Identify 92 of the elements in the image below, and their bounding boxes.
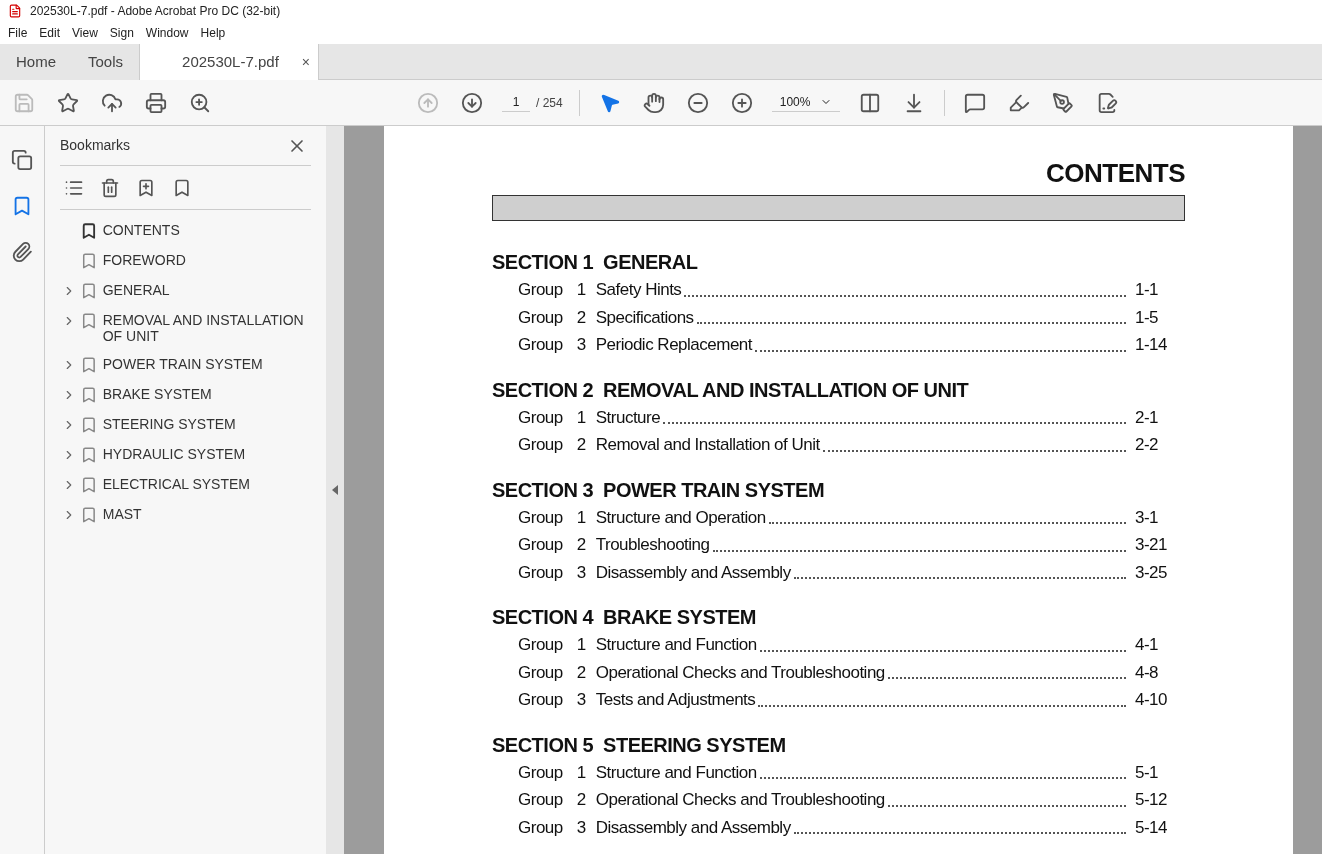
bookmark-item[interactable]: FOREWORD bbox=[102, 252, 311, 268]
group-label: Group bbox=[518, 816, 563, 839]
section-number: SECTION 3 bbox=[492, 477, 594, 503]
panel-title: Bookmarks bbox=[60, 136, 131, 155]
bookmark-item[interactable]: MAST bbox=[102, 506, 311, 522]
group-label: Group bbox=[518, 761, 563, 784]
menu-item[interactable]: Help bbox=[200, 24, 226, 42]
group-number: 1 bbox=[576, 761, 586, 784]
window-title: 202530L-7.pdf - Adobe Acrobat Pro DC (32-bit) bbox=[30, 3, 281, 20]
page-reference: 5-14 bbox=[1135, 816, 1169, 839]
bookmark-item[interactable]: STEERING SYSTEM bbox=[102, 416, 311, 432]
group-label: Group bbox=[518, 506, 563, 529]
toc-entry[interactable]: Safety Hints bbox=[595, 277, 682, 303]
page-reference: 3-21 bbox=[1135, 534, 1169, 556]
menu-item[interactable]: Window bbox=[145, 24, 189, 42]
group-number: 2 bbox=[576, 434, 586, 456]
section-heading: GENERAL bbox=[603, 250, 698, 275]
page-reference: 4-10 bbox=[1135, 689, 1169, 711]
toc-entry[interactable]: Disassembly and Assembly bbox=[595, 814, 791, 840]
section-number: SECTION 1 bbox=[492, 250, 594, 275]
bookmark-item[interactable]: CONTENTS bbox=[102, 222, 311, 238]
group-number: 3 bbox=[576, 689, 586, 711]
bookmark-item[interactable]: REMOVAL AND INSTALLATION OF UNIT bbox=[102, 312, 311, 344]
group-label: Group bbox=[518, 689, 563, 711]
group-number: 3 bbox=[576, 561, 586, 584]
page-reference: 3-25 bbox=[1135, 561, 1169, 584]
bookmark-item[interactable]: ELECTRICAL SYSTEM bbox=[102, 476, 311, 492]
toc-entry[interactable]: Structure and Operation bbox=[595, 504, 766, 530]
menu-item[interactable]: Edit bbox=[39, 24, 61, 42]
page-reference: 1-14 bbox=[1135, 334, 1169, 356]
toc-entry[interactable]: Removal and Installation of Unit bbox=[595, 432, 820, 458]
menu-item[interactable]: Sign bbox=[109, 24, 134, 42]
menu-item[interactable]: View bbox=[72, 24, 98, 42]
group-label: Group bbox=[518, 306, 563, 329]
section-heading: STEERING SYSTEM bbox=[603, 732, 786, 758]
tab[interactable]: 202530L-7.pdf × bbox=[139, 44, 320, 81]
document-title: CONTENTS bbox=[1045, 157, 1185, 190]
page-reference: 1-5 bbox=[1135, 306, 1160, 329]
page-reference: 5-12 bbox=[1135, 789, 1169, 811]
toc-entry[interactable]: Structure and Function bbox=[595, 632, 757, 658]
group-number: 2 bbox=[576, 306, 586, 329]
group-label: Group bbox=[518, 434, 563, 456]
group-number: 1 bbox=[576, 506, 586, 529]
section-heading: BRAKE SYSTEM bbox=[603, 605, 756, 630]
toc-entry[interactable]: Operational Checks and Troubleshooting bbox=[595, 787, 885, 813]
group-number: 3 bbox=[576, 816, 586, 839]
section-number: SECTION 4 bbox=[492, 605, 594, 630]
section-number: SECTION 5 bbox=[492, 732, 594, 758]
group-label: Group bbox=[518, 634, 563, 656]
page-reference: 3-1 bbox=[1135, 506, 1160, 529]
section-heading: REMOVAL AND INSTALLATION OF UNIT bbox=[603, 377, 969, 403]
group-label: Group bbox=[518, 789, 563, 811]
group-number: 2 bbox=[576, 789, 586, 811]
page-reference: 1-1 bbox=[1135, 279, 1160, 301]
menu-item[interactable]: File bbox=[8, 24, 28, 42]
page-reference: 5-1 bbox=[1135, 761, 1160, 784]
section-number: SECTION 2 bbox=[492, 377, 594, 403]
group-number: 3 bbox=[576, 334, 586, 356]
toc-entry[interactable]: Structure and Function bbox=[595, 759, 757, 785]
group-number: 1 bbox=[576, 634, 586, 656]
toc-entry[interactable]: Troubleshooting bbox=[595, 532, 710, 558]
group-label: Group bbox=[518, 279, 563, 301]
page-reference: 4-8 bbox=[1135, 661, 1160, 684]
group-label: Group bbox=[518, 334, 563, 356]
page-reference: 4-1 bbox=[1135, 634, 1160, 656]
bookmark-item[interactable]: HYDRAULIC SYSTEM bbox=[102, 446, 311, 462]
group-label: Group bbox=[518, 534, 563, 556]
toc-entry[interactable]: Specifications bbox=[595, 304, 694, 330]
group-label: Group bbox=[518, 661, 563, 684]
toc-entry[interactable]: Operational Checks and Troubleshooting bbox=[595, 659, 885, 685]
group-number: 2 bbox=[576, 534, 586, 556]
group-number: 1 bbox=[576, 279, 586, 301]
toc-entry[interactable]: Periodic Replacement bbox=[595, 332, 753, 358]
page-reference: 2-1 bbox=[1135, 406, 1160, 429]
group-label: Group bbox=[518, 561, 563, 584]
toc-entry[interactable]: Disassembly and Assembly bbox=[595, 559, 791, 585]
page-reference: 2-2 bbox=[1135, 434, 1160, 456]
close-tab-button[interactable]: × bbox=[301, 52, 311, 73]
bookmark-item[interactable]: POWER TRAIN SYSTEM bbox=[102, 356, 311, 372]
group-number: 1 bbox=[576, 406, 586, 429]
page-number-field[interactable]: 1 bbox=[502, 93, 530, 112]
group-label: Group bbox=[518, 406, 563, 429]
pdf-icon bbox=[8, 4, 22, 18]
toc-entry[interactable]: Structure bbox=[595, 404, 661, 430]
collapse-panel-icon[interactable] bbox=[332, 485, 338, 495]
section-heading: POWER TRAIN SYSTEM bbox=[603, 477, 825, 503]
bookmark-item[interactable]: GENERAL bbox=[102, 282, 311, 298]
group-number: 2 bbox=[576, 661, 586, 684]
bookmark-item[interactable]: BRAKE SYSTEM bbox=[102, 386, 311, 402]
zoom-dropdown[interactable]: 100% bbox=[771, 93, 840, 112]
toc-entry[interactable]: Tests and Adjustments bbox=[595, 687, 756, 713]
page-count: / 254 bbox=[536, 94, 563, 112]
